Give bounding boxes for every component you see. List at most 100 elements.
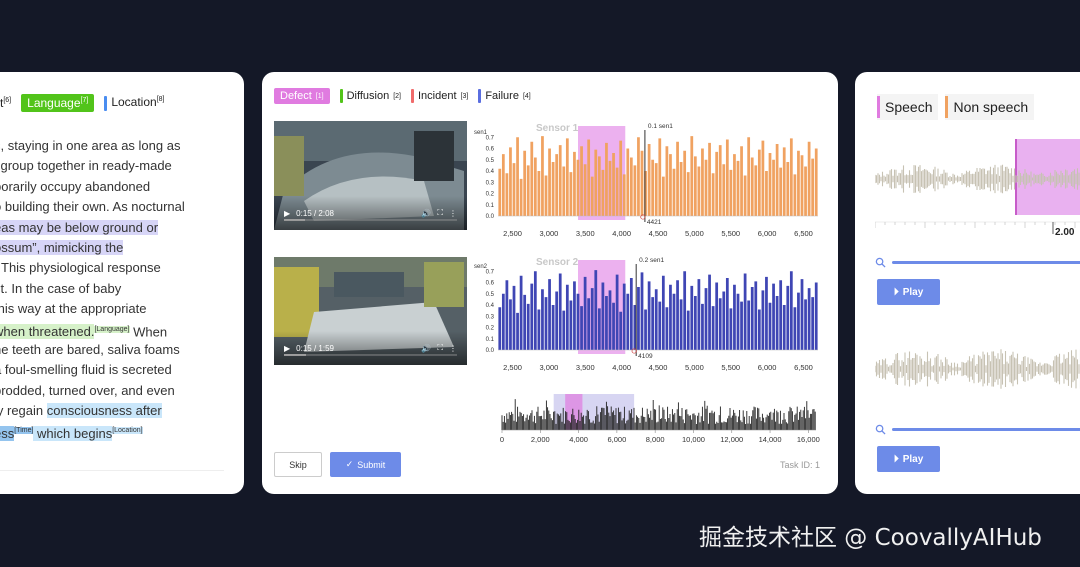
audio-waveform-2[interactable] — [875, 332, 1080, 402]
data-bar — [800, 155, 804, 216]
label-text: Non speech — [953, 99, 1029, 115]
x-tick-label: 3,500 — [576, 229, 595, 238]
data-bar — [651, 297, 655, 350]
zoom-slider[interactable] — [875, 256, 1080, 268]
data-bar — [555, 154, 559, 216]
label-ct[interactable]: ct[6] — [0, 96, 11, 110]
x-tick-label: 16,000 — [797, 435, 820, 444]
data-bar — [583, 164, 587, 216]
data-bar — [516, 137, 519, 216]
data-bar — [544, 297, 548, 350]
volume-icon[interactable]: 🔊 — [421, 344, 431, 353]
skip-button[interactable]: Skip — [274, 452, 322, 477]
highlighted-span[interactable]: [Time] — [14, 427, 34, 435]
highlighted-span[interactable]: which begins — [33, 425, 113, 441]
highlighted-span[interactable]: [Language] — [94, 325, 130, 333]
data-bar — [501, 293, 505, 350]
timeline-overview-chart[interactable]: 0 2,000 4,000 6,000 8,000 10,000 12,000 14,000 1… — [474, 390, 830, 446]
marker-label: 0.2 sen1 — [639, 257, 664, 264]
label-language[interactable]: Language[7] — [21, 94, 95, 112]
x-tick-label: 2,000 — [531, 435, 550, 444]
highlighted-span[interactable]: ess — [0, 425, 15, 441]
highlighted-span[interactable]: eas may be below ground or — [0, 219, 159, 235]
label-hotkey: [3] — [460, 92, 469, 100]
data-bar — [637, 137, 640, 216]
data-bar — [519, 178, 523, 216]
play-circle-icon: ⏵ — [893, 286, 899, 298]
text-span: a foul-smelling fluid is secreted — [0, 362, 172, 378]
label-location[interactable]: Location[8] — [104, 95, 165, 111]
text-span: l group together in ready-made — [0, 158, 172, 174]
audio-label-bar: Speech Non speech — [877, 94, 1035, 120]
video-player-2[interactable]: ▶ 0:15 / 1:59 🔊 ⛶ ⋮ — [274, 257, 467, 365]
data-bar — [754, 281, 758, 350]
volume-icon[interactable]: 🔊 — [421, 209, 431, 218]
data-bar — [772, 159, 775, 216]
zoom-slider[interactable] — [875, 423, 1080, 435]
marker-value: 4109 — [638, 353, 653, 360]
y-tick-label: 0.1 — [486, 203, 495, 209]
fullscreen-icon[interactable]: ⛶ — [437, 208, 443, 218]
zoom-icon — [875, 257, 886, 268]
highlighted-span[interactable]: consciousness after — [46, 403, 162, 419]
text-line: o building their own. As nocturnal — [0, 197, 234, 217]
label-incident[interactable]: Incident [3] — [411, 89, 468, 103]
text-line: ly regain consciousness after — [0, 401, 234, 421]
data-bar — [530, 283, 534, 350]
x-tick-label: 10,000 — [682, 435, 705, 444]
play-icon[interactable]: ▶ — [284, 344, 290, 353]
highlighted-span[interactable]: ossum”, mimicking the — [0, 239, 124, 255]
play-icon[interactable]: ▶ — [284, 209, 290, 218]
data-bar — [789, 271, 793, 350]
video-player-1[interactable]: ▶ 0:15 / 2:08 🔊 ⛶ ⋮ — [274, 121, 467, 230]
data-bar — [512, 163, 516, 216]
zoom-track[interactable] — [892, 260, 1080, 264]
data-bar — [640, 150, 644, 216]
x-tick-label: 6,500 — [794, 363, 813, 372]
label-speech[interactable]: Speech — [877, 94, 939, 120]
text-annotation-panel: ct[6] Language[7] Location[8] c, staying i… — [0, 72, 244, 494]
label-color-bar — [411, 89, 414, 103]
fullscreen-icon[interactable]: ⛶ — [437, 343, 443, 353]
data-bar — [693, 156, 697, 216]
data-bar — [779, 280, 783, 350]
y-tick-label: 0.2 — [486, 326, 495, 332]
x-tick-label: 5,000 — [685, 229, 704, 238]
data-bar — [775, 144, 779, 216]
highlighted-span[interactable]: when threatened. — [0, 323, 95, 339]
x-tick-label: 3,000 — [540, 229, 559, 238]
text-span: o building their own. As nocturnal — [0, 199, 185, 215]
zoom-track[interactable] — [892, 427, 1080, 431]
data-bar — [754, 165, 758, 216]
data-bar — [565, 284, 569, 350]
label-defect[interactable]: Defect [1] — [274, 88, 330, 104]
sensor-2-chart[interactable]: Sensor 2sen20.00.10.20.30.40.50.60.70.2 … — [474, 254, 830, 374]
text-line: this way at the appropriate — [0, 299, 234, 319]
annotated-text[interactable]: c, staying in one area as long as l group… — [0, 136, 234, 442]
data-bar — [782, 147, 786, 216]
data-bar — [615, 274, 619, 350]
audio-waveform-1[interactable]: 2.00 — [875, 134, 1080, 242]
data-bar — [516, 312, 519, 350]
highlighted-span[interactable]: [Location] — [112, 427, 143, 435]
data-bar — [708, 274, 711, 350]
data-bar — [729, 169, 733, 216]
label-hotkey: [7] — [80, 97, 89, 104]
x-tick-label: 4,000 — [612, 363, 631, 372]
label-failure[interactable]: Failure [4] — [478, 89, 531, 103]
label-diffusion[interactable]: Diffusion [2] — [339, 89, 401, 103]
data-bar — [541, 289, 544, 350]
play-button[interactable]: ⏵ Play — [877, 279, 940, 305]
play-button[interactable]: ⏵ Play — [877, 446, 940, 472]
label-non-speech[interactable]: Non speech — [945, 94, 1035, 120]
label-text: Defect — [280, 90, 312, 102]
more-options-icon[interactable]: ⋮ — [449, 209, 457, 218]
x-tick-label: 3,000 — [540, 363, 559, 372]
data-bar — [761, 140, 765, 216]
y-tick-label: 0.5 — [486, 158, 495, 164]
submit-button[interactable]: ✓ Submit — [330, 452, 401, 477]
sensor-1-chart[interactable]: Sensor 1sen10.00.10.20.30.40.50.60.70.1 … — [474, 120, 830, 242]
data-bar — [765, 276, 768, 350]
more-options-icon[interactable]: ⋮ — [449, 344, 457, 353]
play-label: Play — [902, 453, 924, 465]
